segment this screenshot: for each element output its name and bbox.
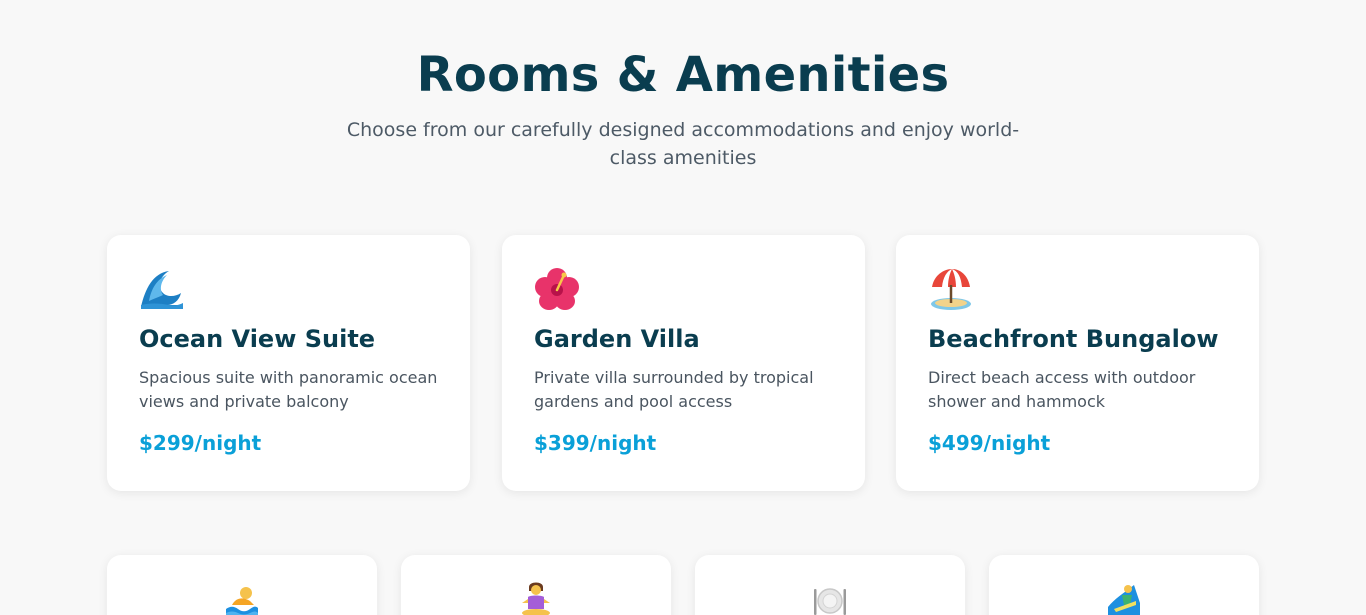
- surfer-icon: [1108, 585, 1140, 615]
- dining-plate-icon: [814, 588, 846, 615]
- rooms-amenities-section: Rooms & Amenities Choose from our carefu…: [0, 0, 1366, 615]
- page-title: Rooms & Amenities: [416, 47, 950, 103]
- room-card-garden-villa[interactable]: Garden Villa Private villa surrounded by…: [502, 235, 865, 491]
- room-description: Direct beach access with outdoor shower …: [928, 368, 1196, 411]
- ocean-wave-icon: [141, 271, 183, 309]
- room-price: $299/night: [139, 431, 262, 455]
- room-name: Ocean View Suite: [139, 325, 376, 353]
- yoga-icon: [522, 582, 550, 615]
- swimmer-icon: [226, 587, 258, 615]
- room-card-ocean-view-suite[interactable]: Ocean View Suite Spacious suite with pan…: [107, 235, 470, 491]
- room-description: Spacious suite with panoramic ocean view…: [139, 368, 438, 411]
- amenity-card-surfing[interactable]: [989, 555, 1259, 615]
- page-subtitle: Choose from our carefully designed accom…: [346, 119, 1020, 169]
- room-name: Garden Villa: [534, 325, 700, 353]
- amenity-card-dining[interactable]: [695, 555, 965, 615]
- hibiscus-flower-icon: [535, 268, 579, 310]
- room-name: Beachfront Bungalow: [928, 325, 1219, 353]
- room-description: Private villa surrounded by tropical gar…: [534, 368, 814, 411]
- room-card-beachfront-bungalow[interactable]: Beachfront Bungalow Direct beach access …: [896, 235, 1259, 491]
- amenity-card-swimming[interactable]: [107, 555, 377, 615]
- room-price: $499/night: [928, 431, 1051, 455]
- room-price: $399/night: [534, 431, 657, 455]
- amenity-card-yoga[interactable]: [401, 555, 671, 615]
- beach-umbrella-icon: [931, 269, 971, 310]
